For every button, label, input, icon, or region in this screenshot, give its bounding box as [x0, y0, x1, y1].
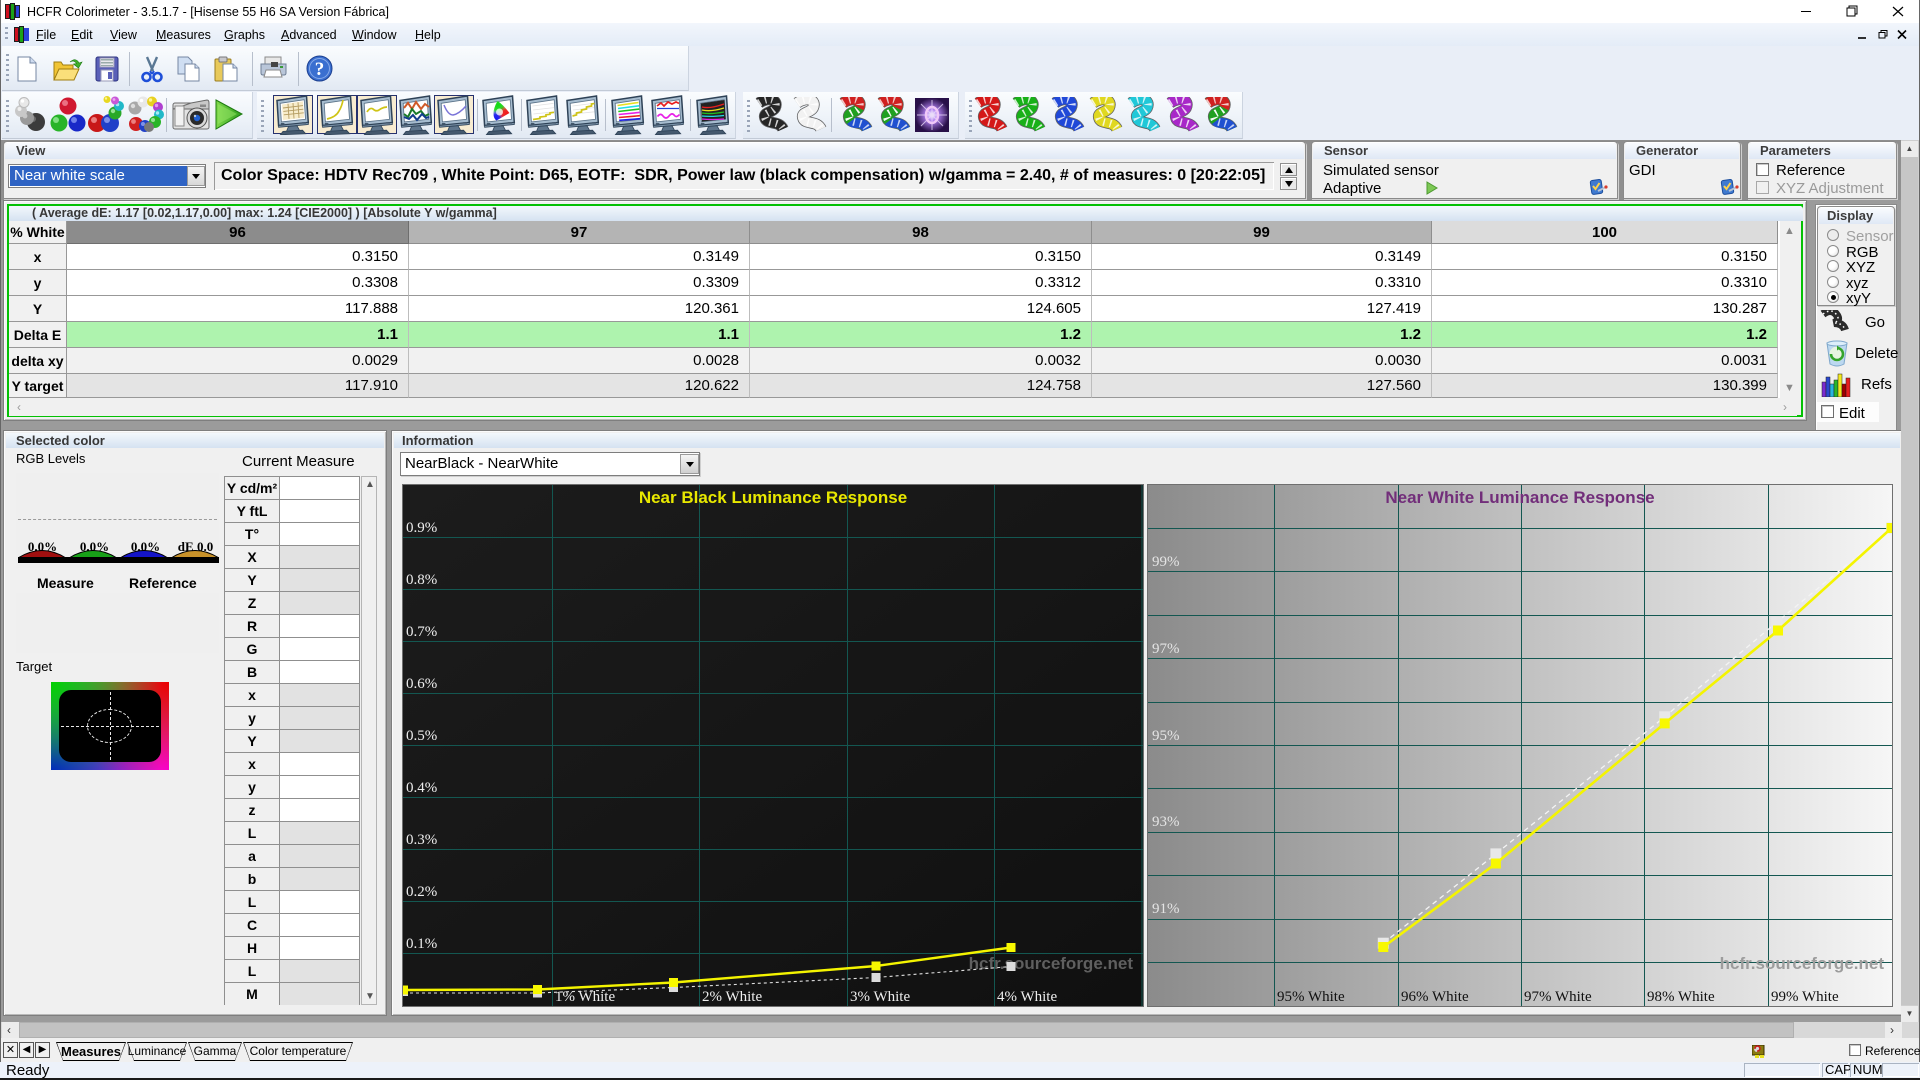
svg-text:97%: 97% — [1152, 641, 1180, 657]
svg-text:95% White: 95% White — [1277, 989, 1345, 1005]
svg-text:0.1%: 0.1% — [406, 936, 437, 952]
svg-text:0.3%: 0.3% — [406, 832, 437, 848]
svg-text:97% White: 97% White — [1524, 989, 1592, 1005]
svg-text:93%: 93% — [1152, 814, 1180, 830]
svg-text:0.4%: 0.4% — [406, 780, 437, 796]
svg-text:2% White: 2% White — [702, 989, 762, 1005]
svg-text:0.8%: 0.8% — [406, 572, 437, 588]
svg-text:95%: 95% — [1152, 728, 1180, 744]
svg-text:0.7%: 0.7% — [406, 624, 437, 640]
svg-text:0.6%: 0.6% — [406, 676, 437, 692]
svg-text:0.9%: 0.9% — [406, 520, 437, 536]
svg-text:91%: 91% — [1152, 901, 1180, 917]
svg-text:3% White: 3% White — [850, 989, 910, 1005]
svg-text:0.5%: 0.5% — [406, 728, 437, 744]
svg-text:0.2%: 0.2% — [406, 884, 437, 900]
svg-text:99%: 99% — [1152, 554, 1180, 570]
svg-text:4% White: 4% White — [997, 989, 1057, 1005]
svg-text:98% White: 98% White — [1647, 989, 1715, 1005]
svg-text:hcfr.sourceforge.net: hcfr.sourceforge.net — [1720, 954, 1885, 973]
svg-text:96% White: 96% White — [1401, 989, 1469, 1005]
svg-text:Near Black Luminance Response: Near Black Luminance Response — [639, 488, 907, 507]
svg-text:99% White: 99% White — [1771, 989, 1839, 1005]
svg-text:Near White Luminance Response: Near White Luminance Response — [1385, 488, 1654, 507]
svg-text:hcfr.sourceforge.net: hcfr.sourceforge.net — [969, 954, 1134, 973]
